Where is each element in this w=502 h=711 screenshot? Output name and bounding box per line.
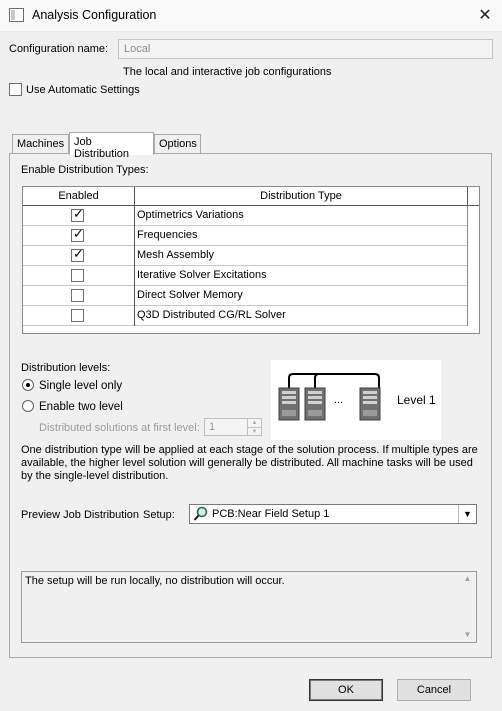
distribution-message: The setup will be run locally, no distri… xyxy=(25,575,285,587)
first-level-value: 1 xyxy=(209,421,216,433)
tab-options[interactable]: Options xyxy=(154,134,201,154)
scroll-down-icon[interactable]: ▼ xyxy=(459,630,476,639)
distribution-info-text: One distribution type will be applied at… xyxy=(21,444,478,482)
configuration-name-field[interactable]: Local xyxy=(118,39,493,59)
enabled-cell xyxy=(23,226,135,246)
enable-distribution-types-label: Enable Distribution Types: xyxy=(21,164,149,176)
configuration-name-label: Configuration name: xyxy=(9,43,109,55)
enabled-cell xyxy=(23,206,135,226)
enabled-checkbox[interactable] xyxy=(71,269,84,282)
stepper-down-icon[interactable]: ▼ xyxy=(248,427,261,435)
distribution-levels-label: Distribution levels: xyxy=(21,362,111,374)
two-level-label: Enable two level xyxy=(39,401,123,413)
server-icon xyxy=(278,387,300,421)
stepper-buttons: ▲ ▼ xyxy=(247,419,261,435)
tab-machines[interactable]: Machines xyxy=(12,134,69,154)
close-icon[interactable]: ✕ xyxy=(474,6,496,26)
enabled-cell xyxy=(23,286,135,306)
first-level-stepper[interactable]: 1 ▲ ▼ xyxy=(204,418,262,436)
distribution-type-cell: Optimetrics Variations xyxy=(137,209,244,221)
enabled-checkbox[interactable] xyxy=(71,309,84,322)
table-row[interactable]: Q3D Distributed CG/RL Solver xyxy=(23,306,467,326)
configuration-description: The local and interactive job configurat… xyxy=(123,66,332,78)
column-header-distribution-type[interactable]: Distribution Type xyxy=(135,187,468,206)
scrollbar[interactable]: ▲ ▼ xyxy=(459,572,476,642)
table-row[interactable]: Iterative Solver Excitations xyxy=(23,266,467,286)
enabled-checkbox[interactable] xyxy=(71,227,84,242)
scroll-up-icon[interactable]: ▲ xyxy=(459,574,476,583)
window-title: Analysis Configuration xyxy=(32,8,157,22)
preview-job-distribution-label: Preview Job Distribution xyxy=(21,509,139,521)
stepper-up-icon[interactable]: ▲ xyxy=(248,419,261,427)
distribution-type-cell: Q3D Distributed CG/RL Solver xyxy=(137,309,286,321)
enabled-cell xyxy=(23,266,135,286)
diagram-ellipsis: ... xyxy=(334,394,344,406)
tab-job-distribution[interactable]: Job Distribution xyxy=(69,132,154,160)
setup-label: Setup: xyxy=(143,509,175,521)
distribution-level-diagram: ... Level 1 xyxy=(271,360,441,440)
search-icon xyxy=(193,506,208,525)
table-row[interactable]: Optimetrics Variations xyxy=(23,206,467,226)
connector-lines-icon xyxy=(288,373,380,388)
enabled-cell xyxy=(23,246,135,266)
cancel-button[interactable]: Cancel xyxy=(397,679,471,701)
diagram-level-label: Level 1 xyxy=(397,393,436,407)
table-row[interactable]: Direct Solver Memory xyxy=(23,286,467,306)
two-level-radio[interactable] xyxy=(22,400,34,412)
distribution-message-box: The setup will be run locally, no distri… xyxy=(21,571,477,643)
column-header-enabled[interactable]: Enabled xyxy=(23,187,135,206)
distribution-types-grid: Enabled Distribution Type Optimetrics Va… xyxy=(22,186,480,334)
distribution-type-cell: Direct Solver Memory xyxy=(137,289,243,301)
use-automatic-settings-checkbox[interactable] xyxy=(9,83,22,96)
setup-selected-value: PCB:Near Field Setup 1 xyxy=(212,508,330,520)
ok-button[interactable]: OK xyxy=(309,679,383,701)
single-level-label: Single level only xyxy=(39,380,123,392)
single-level-radio[interactable] xyxy=(22,379,34,391)
distribution-type-cell: Frequencies xyxy=(137,229,198,241)
distribution-type-cell: Mesh Assembly xyxy=(137,249,215,261)
distribution-type-cell: Iterative Solver Excitations xyxy=(137,269,267,281)
server-icon xyxy=(304,387,326,421)
table-row[interactable]: Mesh Assembly xyxy=(23,246,467,266)
use-automatic-settings-label: Use Automatic Settings xyxy=(26,84,140,96)
setup-select[interactable]: PCB:Near Field Setup 1 ▼ xyxy=(189,504,477,524)
enabled-cell xyxy=(23,306,135,326)
first-level-label: Distributed solutions at first level: xyxy=(39,422,200,434)
dialog-icon xyxy=(9,8,24,22)
chevron-down-icon[interactable]: ▼ xyxy=(458,505,476,523)
table-row[interactable]: Frequencies xyxy=(23,226,467,246)
enabled-checkbox[interactable] xyxy=(71,289,84,302)
grid-header-spacer xyxy=(468,187,479,206)
enabled-checkbox[interactable] xyxy=(71,247,84,262)
server-icon xyxy=(359,387,381,421)
enabled-checkbox[interactable] xyxy=(71,207,84,222)
grid-right-border xyxy=(467,206,468,326)
